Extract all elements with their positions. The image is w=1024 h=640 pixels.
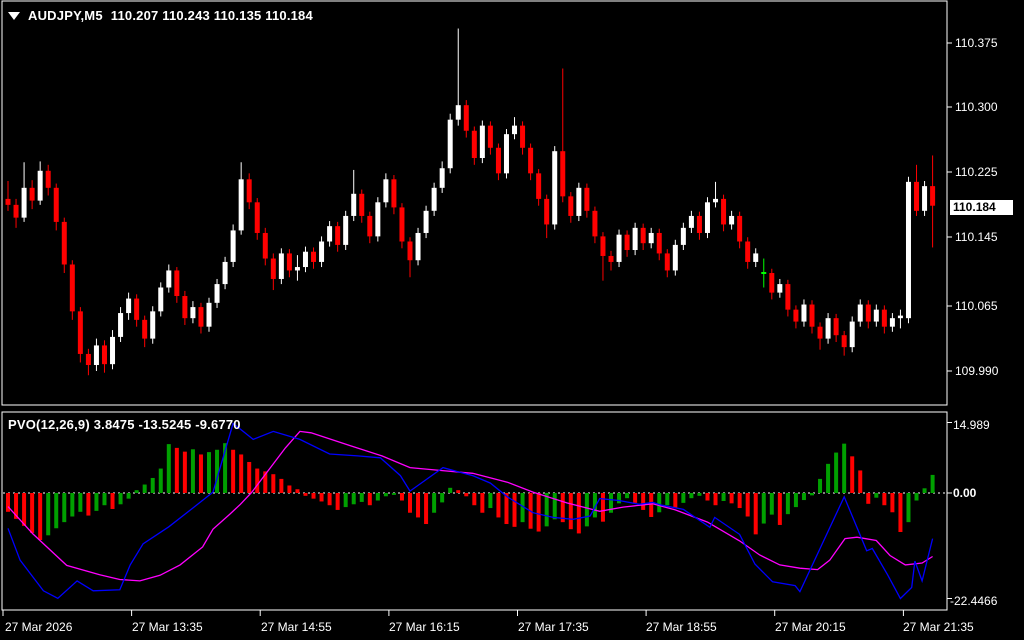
- indicator-axis-zero: 0.00: [953, 486, 977, 500]
- chart-canvas[interactable]: [0, 0, 1024, 640]
- indicator-axis-min: -22.4466: [950, 594, 998, 608]
- indicator-axis-max: 14.989: [953, 418, 990, 432]
- time-axis-label: 27 Mar 20:15: [775, 620, 846, 634]
- triangle-down-icon: [8, 11, 20, 20]
- price-axis-label: 110.065: [955, 299, 998, 313]
- price-axis-label: 109.990: [955, 364, 999, 378]
- price-axis-label: 110.375: [955, 36, 998, 50]
- time-axis-label: 27 Mar 18:55: [646, 620, 717, 634]
- ohlc-values: 110.207 110.243 110.135 110.184: [110, 8, 313, 23]
- indicator-label: PVO(12,26,9) 3.8475 -13.5245 -9.6770: [8, 417, 241, 432]
- symbol-period-label: AUDJPY,M5: [28, 8, 103, 23]
- time-axis-label: 27 Mar 13:35: [132, 620, 203, 634]
- chart-window: AUDJPY,M5 110.207 110.243 110.135 110.18…: [0, 0, 1024, 640]
- current-price-tag: 110.184: [950, 200, 1013, 215]
- price-axis-label: 110.300: [955, 100, 998, 114]
- time-axis-label: 27 Mar 17:35: [518, 620, 589, 634]
- time-axis-label: 27 Mar 16:15: [389, 620, 460, 634]
- price-axis-label: 110.145: [955, 230, 998, 244]
- time-axis-label: 27 Mar 21:35: [903, 620, 974, 634]
- time-axis-label: 27 Mar 2026: [5, 620, 73, 634]
- time-axis-label: 27 Mar 14:55: [261, 620, 332, 634]
- chart-title: AUDJPY,M5 110.207 110.243 110.135 110.18…: [8, 8, 313, 23]
- price-axis-label: 110.225: [955, 165, 998, 179]
